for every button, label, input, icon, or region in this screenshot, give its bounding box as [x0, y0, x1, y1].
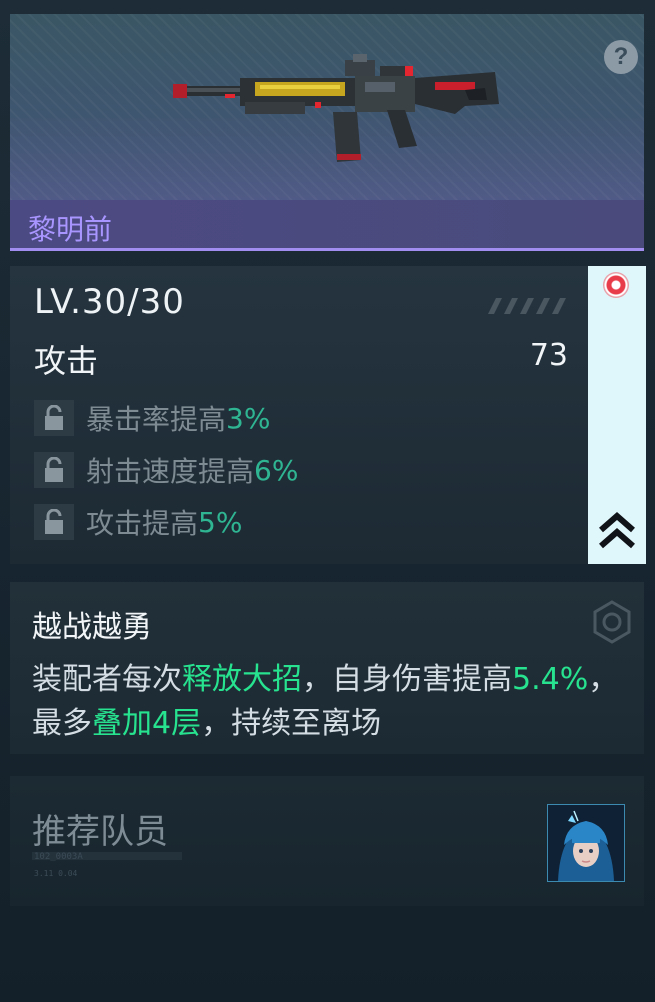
- weapon-showcase: ?: [10, 14, 644, 200]
- lock-icon: [34, 452, 74, 488]
- substat-value: 3%: [226, 401, 271, 435]
- desc-text: 装配者每次: [32, 662, 182, 697]
- weapon-level: LV.30/30: [34, 282, 185, 322]
- upgrade-button[interactable]: [588, 266, 646, 564]
- rifle-image: [173, 54, 499, 162]
- skill-title: 越战越勇: [32, 610, 152, 645]
- substat-value: 6%: [254, 453, 299, 487]
- substat-label: 暴击率提高: [86, 403, 227, 436]
- substat-value: 5%: [198, 505, 243, 539]
- weapon-name: 黎明前: [28, 213, 113, 246]
- target-icon: [603, 272, 629, 298]
- attack-value: 73: [529, 338, 568, 373]
- substat-row: 攻击提高 5%: [34, 502, 242, 542]
- skill-description: 装配者每次释放大招，自身伤害提高5.4%，最多叠加4层，持续至离场: [32, 658, 632, 746]
- desc-text: ，持续至离场: [201, 706, 382, 741]
- desc-text: ，自身伤害提高: [302, 662, 512, 697]
- desc-highlight: 叠加4层: [92, 706, 202, 741]
- double-chevron-up-icon: [599, 512, 635, 549]
- skill-emblem-icon: [593, 600, 631, 644]
- lock-icon: [34, 400, 74, 436]
- recommend-title: 推荐队员: [32, 812, 168, 852]
- rarity-stripes-icon: [488, 298, 566, 314]
- help-button[interactable]: ?: [604, 40, 638, 74]
- stats-panel: LV.30/30 攻击 73 暴击率提高 3% 射击速度提高 6% 攻击提高 5…: [10, 266, 588, 564]
- decor-code: 102_0003A: [34, 852, 83, 862]
- substat-label: 攻击提高: [86, 507, 199, 540]
- substat-row: 暴击率提高 3%: [34, 398, 270, 438]
- character-portrait: [548, 805, 624, 881]
- weapon-detail-panel: ? 黎明前 LV.30/30 攻击 73 暴击率提高3% 射击速度提高6%: [0, 0, 655, 1002]
- character-avatar[interactable]: [547, 804, 625, 882]
- desc-highlight: 释放大招: [182, 662, 302, 697]
- substat-row: 射击速度提高 6%: [34, 450, 298, 490]
- lock-icon: [34, 504, 74, 540]
- recommend-panel: 推荐队员 102_0003A 3.11 0.04: [10, 776, 644, 906]
- skill-panel: 越战越勇 装配者每次释放大招，自身伤害提高5.4%，最多叠加4层，持续至离场: [10, 582, 644, 754]
- substat-label: 射击速度提高: [86, 455, 255, 488]
- desc-highlight: 5.4%: [512, 662, 589, 697]
- weapon-name-bar: 黎明前: [10, 200, 644, 251]
- attack-label: 攻击: [34, 342, 99, 380]
- decor-code: 3.11 0.04: [34, 869, 78, 878]
